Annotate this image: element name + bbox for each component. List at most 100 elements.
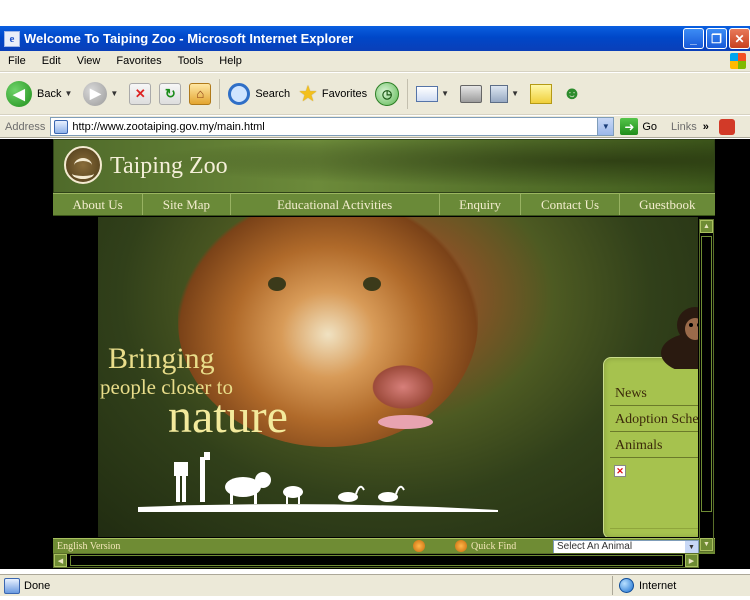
zoo-website: Taiping Zoo About Us Site Map Educationa… (53, 139, 715, 569)
nav-guestbook[interactable]: Guestbook (620, 194, 715, 215)
stop-icon: ✕ (129, 82, 152, 105)
hero-banner: Bringing people closer to nature News Ad… (98, 217, 698, 537)
minimize-button[interactable]: _ (683, 28, 704, 49)
favorites-button[interactable]: ★ Favorites (298, 80, 368, 106)
stop-button[interactable]: ✕ (129, 82, 152, 105)
back-dropdown-icon[interactable]: ▼ (64, 89, 72, 98)
site-nav: About Us Site Map Educational Activities… (53, 193, 715, 216)
status-bar: Done Internet (0, 574, 750, 596)
scroll-down-icon[interactable]: ▼ (700, 538, 713, 551)
nav-enquiry[interactable]: Enquiry (440, 194, 522, 215)
page-status-icon (4, 577, 20, 594)
forward-button[interactable]: ▶ ▼ (83, 81, 121, 106)
menu-tools[interactable]: Tools (170, 55, 212, 67)
home-icon: ⌂ (189, 82, 212, 105)
toolbar-extension-icon[interactable] (718, 118, 735, 135)
messenger-button[interactable]: ☻ (560, 83, 584, 105)
tiger-tongue (378, 415, 433, 429)
internet-globe-icon (619, 578, 634, 593)
nav-contact-us[interactable]: Contact Us (521, 194, 620, 215)
menu-view[interactable]: View (69, 55, 109, 67)
toolbar-separator (219, 78, 221, 109)
back-label: Back (37, 87, 62, 100)
horizontal-scrollbar[interactable]: ◀ ▶ (53, 553, 699, 568)
tiger-nose (368, 362, 438, 412)
back-arrow-icon: ◀ (6, 80, 32, 107)
refresh-icon: ↻ (159, 82, 182, 105)
scroll-up-icon[interactable]: ▲ (700, 220, 713, 233)
address-bar: Address http://www.zootaiping.gov.my/mai… (0, 116, 750, 138)
quick-find-label: Quick Find (471, 541, 517, 552)
address-dropdown-icon[interactable]: ▼ (597, 118, 614, 135)
maximize-button[interactable]: ❐ (706, 28, 727, 49)
print-icon (460, 84, 483, 103)
discuss-icon (530, 83, 552, 104)
horizontal-scroll-thumb[interactable] (70, 555, 683, 566)
vertical-scrollbar[interactable]: ▲ ▼ (699, 219, 714, 552)
edit-icon (490, 84, 509, 103)
address-input[interactable]: http://www.zootaiping.gov.my/main.html ▼ (50, 117, 615, 136)
menu-edit[interactable]: Edit (34, 55, 69, 67)
close-button[interactable]: ✕ (729, 28, 750, 49)
windows-logo-icon (730, 53, 746, 69)
title-bar: e Welcome To Taiping Zoo - Microsoft Int… (0, 26, 750, 51)
broken-image-area: ✕ (610, 461, 698, 529)
address-label: Address (5, 120, 46, 133)
site-header: Taiping Zoo (53, 139, 715, 193)
site-name[interactable]: Taiping Zoo (110, 153, 228, 180)
side-link-animals[interactable]: Animals (610, 434, 698, 458)
broken-image-icon: ✕ (614, 465, 626, 477)
nav-about-us[interactable]: About Us (53, 194, 144, 215)
slogan-line-1: Bringing (108, 342, 215, 375)
security-zone[interactable]: Internet (612, 576, 750, 595)
bottom-strip: English Version Quick Find Select An Ani… (53, 538, 715, 555)
favorites-star-icon: ★ (298, 80, 318, 106)
flower-icon (413, 540, 425, 552)
edit-button[interactable]: ▼ (490, 84, 522, 103)
favorites-label: Favorites (321, 87, 368, 100)
browser-viewport: Taiping Zoo About Us Site Map Educationa… (0, 139, 750, 569)
print-button[interactable] (460, 84, 483, 103)
standard-toolbar: ◀ Back ▼ ▶ ▼ ✕ ↻ ⌂ Search ★ Favorites ◷ … (0, 73, 750, 115)
menu-file[interactable]: File (0, 55, 34, 67)
home-button[interactable]: ⌂ (189, 82, 212, 105)
links-label[interactable]: Links (671, 121, 697, 133)
status-text: Done (24, 579, 51, 592)
english-version-link[interactable]: English Version (57, 541, 120, 552)
ie-app-icon[interactable]: e (4, 30, 20, 47)
mail-icon (416, 85, 439, 102)
nav-site-map[interactable]: Site Map (143, 194, 231, 215)
scroll-left-icon[interactable]: ◀ (54, 554, 67, 567)
go-arrow-icon: ➜ (620, 118, 639, 135)
menu-help[interactable]: Help (211, 55, 250, 67)
address-url[interactable]: http://www.zootaiping.gov.my/main.html (72, 121, 264, 133)
zone-label: Internet (639, 579, 677, 592)
page-icon (54, 119, 69, 134)
side-link-adoption-scheme[interactable]: Adoption Scheme (610, 408, 698, 432)
side-link-news[interactable]: News (610, 382, 698, 406)
go-button[interactable]: ➜ Go (620, 118, 657, 135)
mail-dropdown-icon[interactable]: ▼ (441, 89, 449, 98)
window-controls: _ ❐ ✕ (683, 28, 750, 49)
chimpanzee-image (661, 307, 698, 369)
menu-favorites[interactable]: Favorites (108, 55, 169, 67)
refresh-button[interactable]: ↻ (159, 82, 182, 105)
vertical-scroll-thumb[interactable] (701, 236, 712, 512)
history-icon: ◷ (375, 81, 400, 106)
edit-dropdown-icon[interactable]: ▼ (511, 89, 519, 98)
scroll-right-icon[interactable]: ▶ (685, 554, 698, 567)
forward-dropdown-icon[interactable]: ▼ (110, 89, 118, 98)
nav-educational-activities[interactable]: Educational Activities (231, 194, 440, 215)
links-chevron-icon[interactable]: » (703, 121, 709, 133)
mail-button[interactable]: ▼ (416, 85, 452, 102)
go-label: Go (642, 120, 658, 133)
search-button[interactable]: Search (228, 82, 290, 105)
discuss-button[interactable] (530, 83, 552, 104)
back-button[interactable]: ◀ Back ▼ (6, 80, 75, 107)
slogan-line-3: nature (168, 390, 288, 443)
toolbar-separator (407, 78, 409, 109)
zoo-logo-icon[interactable] (64, 146, 102, 184)
flower-icon (455, 540, 467, 552)
history-button[interactable]: ◷ (375, 81, 400, 106)
menu-bar: File Edit View Favorites Tools Help (0, 51, 750, 72)
